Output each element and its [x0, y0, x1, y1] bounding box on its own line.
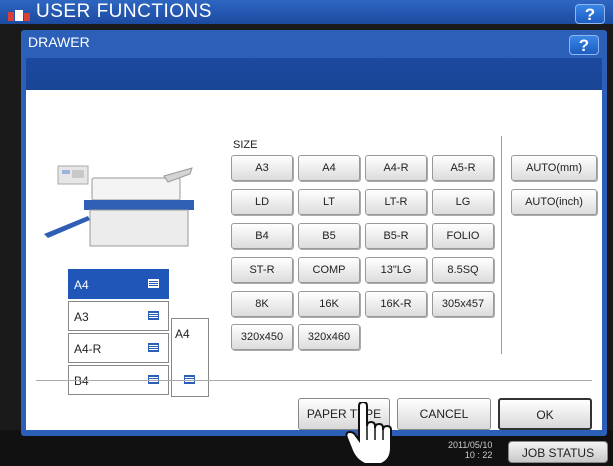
paper-stack-icon	[148, 311, 159, 320]
dialog-message-bar	[26, 58, 602, 90]
size-button-85sq[interactable]: 8.5SQ	[432, 257, 494, 283]
ok-button[interactable]: OK	[498, 398, 592, 430]
pointer-hand-icon	[345, 402, 392, 465]
paper-stack-icon	[148, 343, 159, 352]
size-button-comp[interactable]: COMP	[298, 257, 360, 283]
copier-illustration	[44, 165, 194, 247]
drawer-label: B4	[74, 374, 89, 388]
bypass-label: A4	[175, 327, 190, 341]
job-status-button[interactable]: JOB STATUS	[508, 441, 608, 463]
size-button-320x460[interactable]: 320x460	[298, 324, 360, 350]
size-button-lt-r[interactable]: LT-R	[365, 189, 427, 215]
size-button-8k[interactable]: 8K	[231, 291, 293, 317]
size-button-320x450[interactable]: 320x450	[231, 324, 293, 350]
help-button[interactable]: ?	[575, 4, 605, 24]
clock-date: 2011/05/10	[448, 440, 493, 450]
drawer-3[interactable]: A4-R	[68, 333, 169, 363]
clock: 2011/05/10 10 : 22	[448, 440, 492, 460]
bypass-tray[interactable]: A4	[171, 318, 209, 397]
size-button-a5-r[interactable]: A5-R	[432, 155, 494, 181]
size-button-13lg[interactable]: 13"LG	[365, 257, 427, 283]
drawer-label: A4	[74, 278, 89, 292]
size-button-lt[interactable]: LT	[298, 189, 360, 215]
dialog-title: DRAWER	[28, 34, 90, 50]
dialog-help-button[interactable]: ?	[569, 35, 599, 55]
size-button-a3[interactable]: A3	[231, 155, 293, 181]
drawer-1[interactable]: A4	[68, 269, 169, 299]
size-button-folio[interactable]: FOLIO	[432, 223, 494, 249]
size-button-st-r[interactable]: ST-R	[231, 257, 293, 283]
size-button-305x457[interactable]: 305x457	[432, 291, 494, 317]
drawer-2[interactable]: A3	[68, 301, 169, 331]
app-header: USER FUNCTIONS ?	[0, 0, 613, 24]
app-title: USER FUNCTIONS	[36, 1, 212, 22]
user-functions-icon	[8, 10, 30, 21]
size-button-ld[interactable]: LD	[231, 189, 293, 215]
size-button-a4[interactable]: A4	[298, 155, 360, 181]
drawer-panel: A4 A3 A4-R B4 A4 SIZE A3 A4 A4-R A5-R LD…	[26, 90, 602, 430]
size-button-16k-r[interactable]: 16K-R	[365, 291, 427, 317]
size-button-b5[interactable]: B5	[298, 223, 360, 249]
cancel-button[interactable]: CANCEL	[397, 398, 491, 430]
auto-mm-button[interactable]: AUTO(mm)	[511, 155, 597, 181]
drawer-label: A3	[74, 310, 89, 324]
vertical-divider	[501, 136, 502, 354]
size-button-b4[interactable]: B4	[231, 223, 293, 249]
size-button-lg[interactable]: LG	[432, 189, 494, 215]
clock-time: 10 : 22	[464, 450, 493, 460]
size-button-a4-r[interactable]: A4-R	[365, 155, 427, 181]
size-button-16k[interactable]: 16K	[298, 291, 360, 317]
size-button-b5-r[interactable]: B5-R	[365, 223, 427, 249]
horizontal-divider	[36, 380, 592, 381]
drawer-label: A4-R	[74, 342, 102, 356]
drawer-dialog: DRAWER ? A4 A3 A4-R B4 A4 SIZE A3 A4 A4-…	[21, 30, 607, 436]
auto-inch-button[interactable]: AUTO(inch)	[511, 189, 597, 215]
size-label: SIZE	[233, 139, 258, 151]
paper-stack-icon	[148, 279, 159, 288]
